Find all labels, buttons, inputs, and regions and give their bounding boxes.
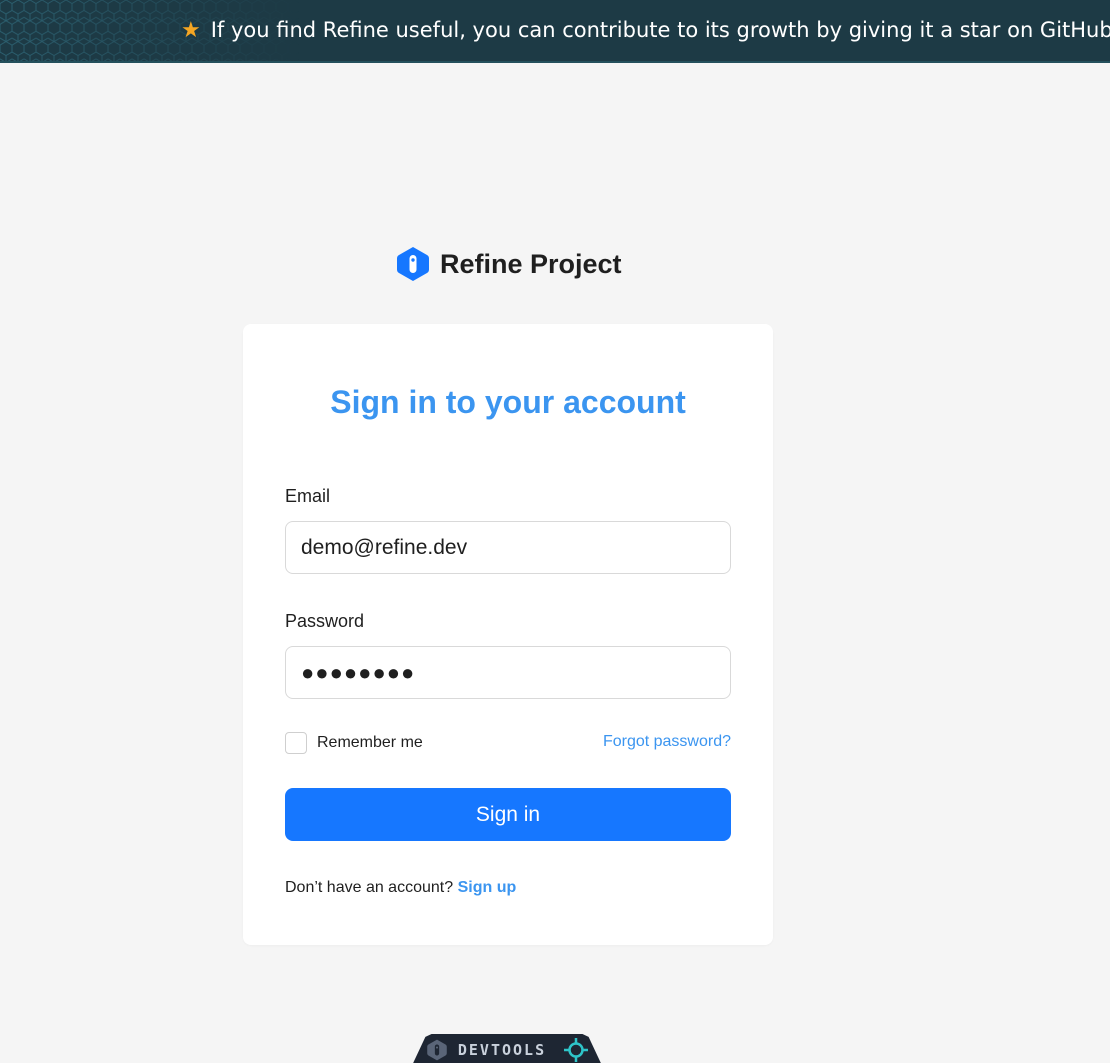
refine-logo-icon: [427, 1039, 447, 1060]
remember-me-checkbox[interactable]: [285, 732, 307, 754]
sign-in-button[interactable]: Sign in: [285, 788, 731, 841]
sign-up-link[interactable]: Sign up: [458, 879, 517, 896]
banner-text[interactable]: If you find Refine useful, you can contr…: [211, 18, 1110, 42]
brand-name: Refine Project: [440, 248, 622, 279]
crosshair-icon[interactable]: [564, 1037, 589, 1062]
email-label: Email: [285, 486, 331, 506]
signup-prompt: Don’t have an account? Sign up: [285, 879, 516, 897]
forgot-password-link[interactable]: Forgot password?: [603, 733, 731, 751]
brand-header: Refine Project: [396, 244, 622, 284]
remember-me[interactable]: Remember me: [285, 732, 423, 754]
devtools-label[interactable]: DEVTOOLS: [458, 1041, 546, 1059]
password-field[interactable]: ●●●●●●●●: [285, 646, 731, 699]
login-card: Sign in to your account Email demo@refin…: [243, 324, 773, 945]
devtools-tab[interactable]: DEVTOOLS: [413, 1034, 601, 1063]
github-star-banner[interactable]: ★ If you find Refine useful, you can con…: [0, 0, 1110, 63]
email-field[interactable]: demo@refine.dev: [285, 521, 731, 574]
login-title: Sign in to your account: [330, 384, 686, 420]
no-account-text: Don’t have an account?: [285, 879, 454, 896]
remember-me-label[interactable]: Remember me: [317, 734, 423, 752]
star-icon: ★: [181, 17, 201, 43]
password-label: Password: [285, 611, 365, 631]
refine-logo-icon: [397, 247, 429, 281]
banner-message[interactable]: ★ If you find Refine useful, you can con…: [181, 16, 1110, 44]
